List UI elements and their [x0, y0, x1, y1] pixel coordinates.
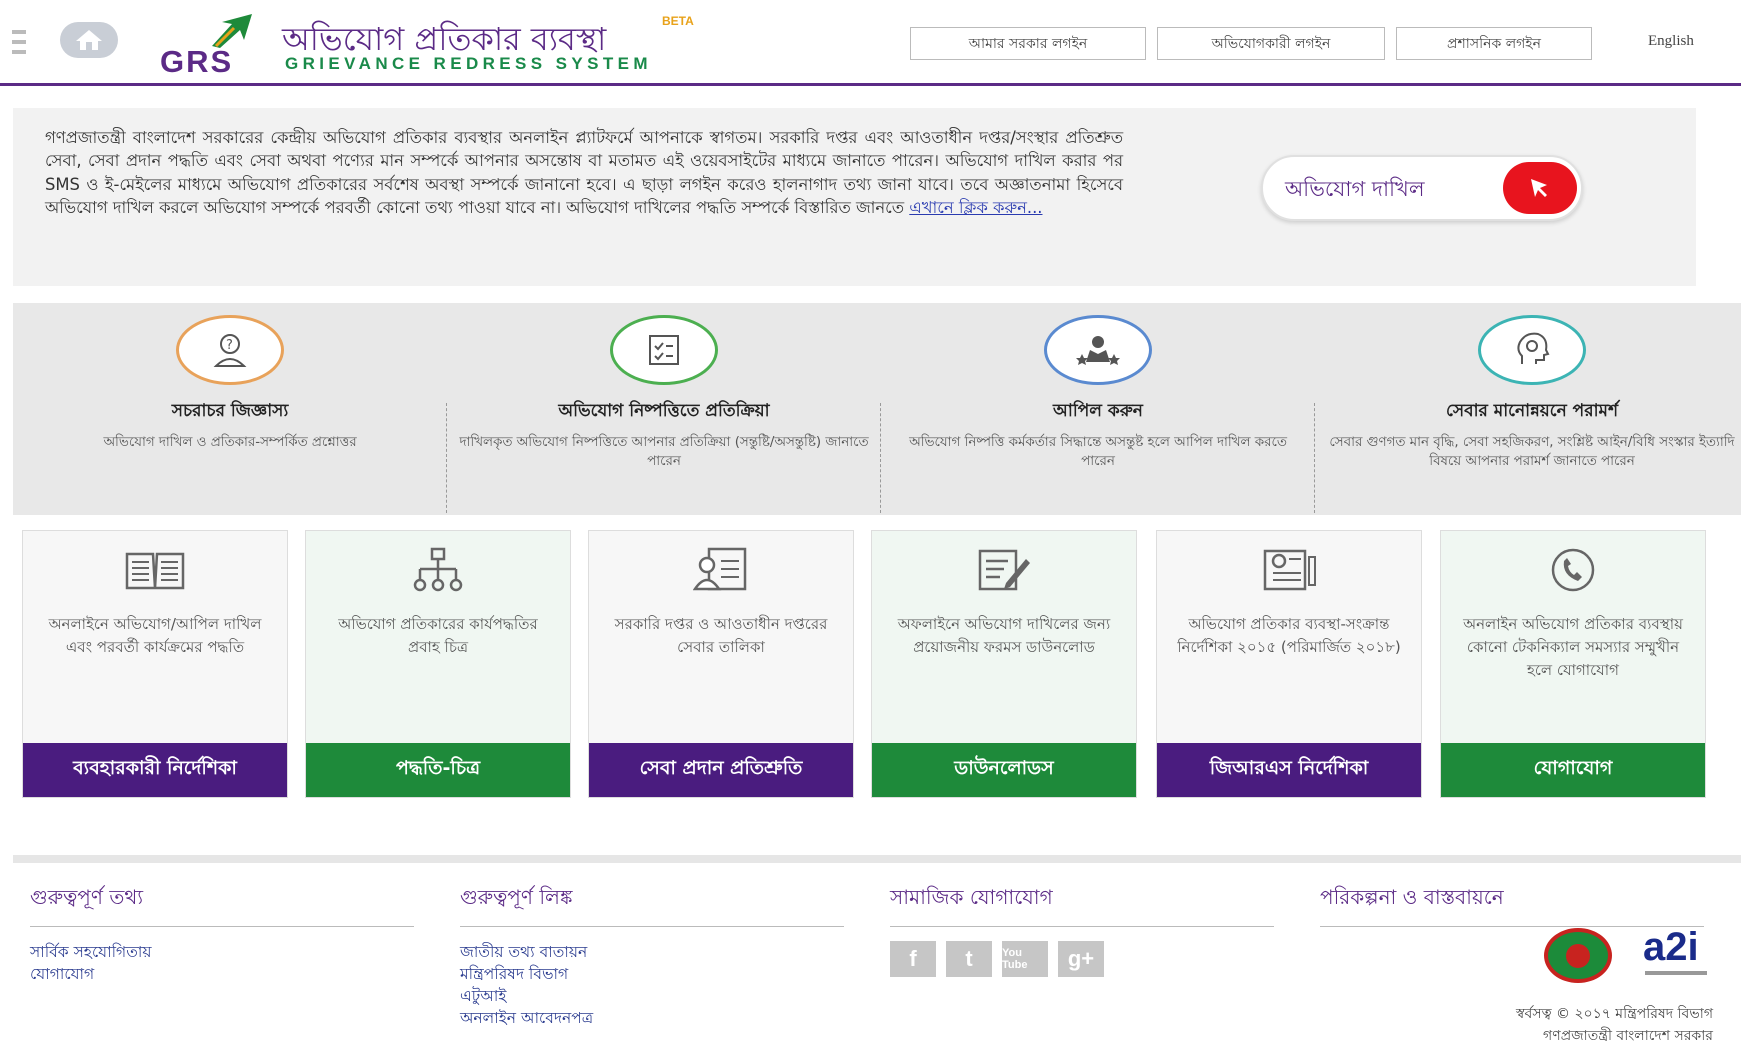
intro-panel: গণপ্রজাতন্ত্রী বাংলাদেশ সরকারের কেন্দ্রী… [13, 108, 1696, 286]
footer-social: সামাজিক যোগাযোগ f t You Tube g+ [890, 883, 1274, 977]
feature-desc: দাখিলকৃত অভিযোগ নিষ্পত্তিতে আপনার প্রতিক… [459, 435, 869, 469]
youtube-icon[interactable]: You Tube [1002, 941, 1048, 977]
footer: গুরুত্বপূর্ণ তথ্য সার্বিক সহযোগিতায় যোগ… [13, 855, 1741, 1048]
footer-link-contact[interactable]: যোগাযোগ [30, 963, 414, 985]
footer-link-cooperation[interactable]: সার্বিক সহযোগিতায় [30, 941, 414, 963]
people-stars-icon [1044, 315, 1152, 385]
card-desc: অনলাইন অভিযোগ প্রতিকার ব্যবস্থায় কোনো ট… [1463, 615, 1683, 679]
home-icon [76, 30, 102, 50]
scrollbar[interactable] [1719, 86, 1741, 1048]
copyright: স্বর্বসত্ব © ২০১৭ মন্ত্রিপরিষদ বিভাগ গণপ… [1303, 1003, 1713, 1047]
footer-link-a2i[interactable]: এটুআই [460, 985, 844, 1007]
card-user-guide[interactable]: অনলাইনে অভিযোগ/আপিল দাখিল এবং পরবর্তী কা… [22, 530, 288, 798]
amar-sarkar-login-button[interactable]: আমার সরকার লগইন [910, 27, 1146, 60]
card-grs-guideline[interactable]: অভিযোগ প্রতিকার ব্যবস্থা-সংক্রান্ত নির্দ… [1156, 530, 1422, 798]
submit-complaint-button[interactable]: অভিযোগ দাখিল [1261, 155, 1583, 221]
footer-heading: গুরুত্বপূর্ণ লিঙ্ক [460, 883, 844, 927]
feature-desc: অভিযোগ নিষ্পত্তি কর্মকর্তার সিদ্ধান্তে অ… [909, 435, 1287, 469]
head-gear-icon [1478, 315, 1586, 385]
submit-complaint-label: অভিযোগ দাখিল [1285, 177, 1425, 201]
card-downloads[interactable]: অফলাইনে অভিযোগ দাখিলের জন্য প্রয়োজনীয় … [871, 530, 1137, 798]
copyright-line2: গণপ্রজাতন্ত্রী বাংলাদেশ সরকার [1543, 1028, 1713, 1044]
form-edit-icon [972, 546, 1036, 594]
footer-heading: গুরুত্বপূর্ণ তথ্য [30, 883, 414, 927]
document-person-icon [689, 546, 753, 594]
google-plus-icon[interactable]: g+ [1058, 941, 1104, 977]
card-flowchart[interactable]: অভিযোগ প্রতিকারের কার্যপদ্ধতির প্রবাহ চি… [305, 530, 571, 798]
complainant-login-button[interactable]: অভিযোগকারী লগইন [1157, 27, 1385, 60]
question-person-icon: ? [176, 315, 284, 385]
menu-icon[interactable] [12, 30, 26, 54]
citizen-charter-button[interactable]: সেবা প্রদান প্রতিশ্রুতি [589, 743, 853, 797]
twitter-icon[interactable]: t [946, 941, 992, 977]
footer-link-online-application[interactable]: অনলাইন আবেদনপত্র [460, 1007, 844, 1029]
footer-planning: পরিকল্পনা ও বাস্তবায়নে [1320, 883, 1704, 927]
feature-title: আপিল করুন [1053, 401, 1143, 421]
a2i-logo[interactable]: a2i [1643, 925, 1699, 970]
footer-heading: পরিকল্পনা ও বাস্তবায়নে [1320, 883, 1704, 927]
footer-heading: সামাজিক যোগাযোগ [890, 883, 1274, 927]
logo-text: GRS [160, 44, 234, 79]
footer-link-national-portal[interactable]: জাতীয় তথ্য বাতায়ন [460, 941, 844, 963]
footer-important-links: গুরুত্বপূর্ণ লিঙ্ক জাতীয় তথ্য বাতায়ন ম… [460, 883, 844, 1029]
card-citizen-charter[interactable]: সরকারি দপ্তর ও আওতাধীন দপ্তরের সেবার তাল… [588, 530, 854, 798]
card-desc: অভিযোগ প্রতিকারের কার্যপদ্ধতির প্রবাহ চি… [338, 615, 538, 656]
feature-faq[interactable]: ? সচরাচর জিজ্ঞাস্য অভিযোগ দাখিল ও প্রতিক… [13, 303, 447, 515]
header: GRS অভিযোগ প্রতিকার ব্যবস্থা BETA GRIEVA… [0, 0, 1741, 86]
cursor-click-icon [1503, 162, 1577, 214]
intro-text: গণপ্রজাতন্ত্রী বাংলাদেশ সরকারের কেন্দ্রী… [45, 126, 1123, 220]
government-emblem [1544, 928, 1612, 983]
card-contact[interactable]: অনলাইন অভিযোগ প্রতিকার ব্যবস্থায় কোনো ট… [1440, 530, 1706, 798]
card-desc: অভিযোগ প্রতিকার ব্যবস্থা-সংক্রান্ত নির্দ… [1177, 615, 1401, 656]
feature-title: সচরাচর জিজ্ঞাস্য [171, 401, 289, 421]
a2i-tagline [1645, 971, 1707, 975]
feature-appeal[interactable]: আপিল করুন অভিযোগ নিষ্পত্তি কর্মকর্তার সি… [881, 303, 1315, 515]
feature-desc: অভিযোগ দাখিল ও প্রতিকার-সম্পর্কিত প্রশ্ন… [103, 435, 357, 450]
card-desc: সরকারি দপ্তর ও আওতাধীন দপ্তরের সেবার তাল… [614, 615, 828, 656]
phone-icon [1541, 546, 1605, 594]
feature-feedback[interactable]: অভিযোগ নিষ্পত্তিতে প্রতিক্রিয়া দাখিলকৃত… [447, 303, 881, 515]
grs-guideline-button[interactable]: জিআরএস নির্দেশিকা [1157, 743, 1421, 797]
copyright-line1: স্বর্বসত্ব © ২০১৭ মন্ত্রিপরিষদ বিভাগ [1516, 1006, 1713, 1022]
language-toggle[interactable]: English [1648, 33, 1694, 50]
feature-title: অভিযোগ নিষ্পত্তিতে প্রতিক্রিয়া [558, 401, 770, 421]
flowchart-icon [406, 546, 470, 594]
feature-desc: সেবার গুণগত মান বৃদ্ধি, সেবা সহজিকরণ, সং… [1329, 435, 1735, 469]
footer-important-info: গুরুত্বপূর্ণ তথ্য সার্বিক সহযোগিতায় যোগ… [30, 883, 414, 985]
grs-logo[interactable]: GRS [160, 10, 280, 79]
user-guide-button[interactable]: ব্যবহারকারী নির্দেশিকা [23, 743, 287, 797]
footer-link-cabinet-division[interactable]: মন্ত্রিপরিষদ বিভাগ [460, 963, 844, 985]
features-strip: ? সচরাচর জিজ্ঞাস্য অভিযোগ দাখিল ও প্রতিক… [13, 303, 1741, 515]
clipboard-icon [610, 315, 718, 385]
page: GRS অভিযোগ প্রতিকার ব্যবস্থা BETA GRIEVA… [0, 0, 1741, 1048]
svg-text:?: ? [226, 338, 233, 353]
feature-title: সেবার মানোন্নয়নে পরামর্শ [1446, 401, 1618, 421]
book-icon [123, 546, 187, 594]
certificate-icon [1257, 546, 1321, 594]
facebook-icon[interactable]: f [890, 941, 936, 977]
beta-badge: BETA [662, 14, 694, 28]
admin-login-button[interactable]: প্রশাসনিক লগইন [1396, 27, 1592, 60]
feature-suggestion[interactable]: সেবার মানোন্নয়নে পরামর্শ সেবার গুণগত মা… [1315, 303, 1741, 515]
card-desc: অনলাইনে অভিযোগ/আপিল দাখিল এবং পরবর্তী কা… [48, 615, 262, 656]
details-link[interactable]: এখানে ক্লিক করুন... [909, 198, 1042, 217]
flowchart-button[interactable]: পদ্ধতি-চিত্র [306, 743, 570, 797]
card-desc: অফলাইনে অভিযোগ দাখিলের জন্য প্রয়োজনীয় … [897, 615, 1111, 656]
downloads-button[interactable]: ডাউনলোডস [872, 743, 1136, 797]
site-subtitle: GRIEVANCE REDRESS SYSTEM [285, 54, 652, 73]
contact-button[interactable]: যোগাযোগ [1441, 743, 1705, 797]
home-button[interactable] [60, 22, 118, 58]
